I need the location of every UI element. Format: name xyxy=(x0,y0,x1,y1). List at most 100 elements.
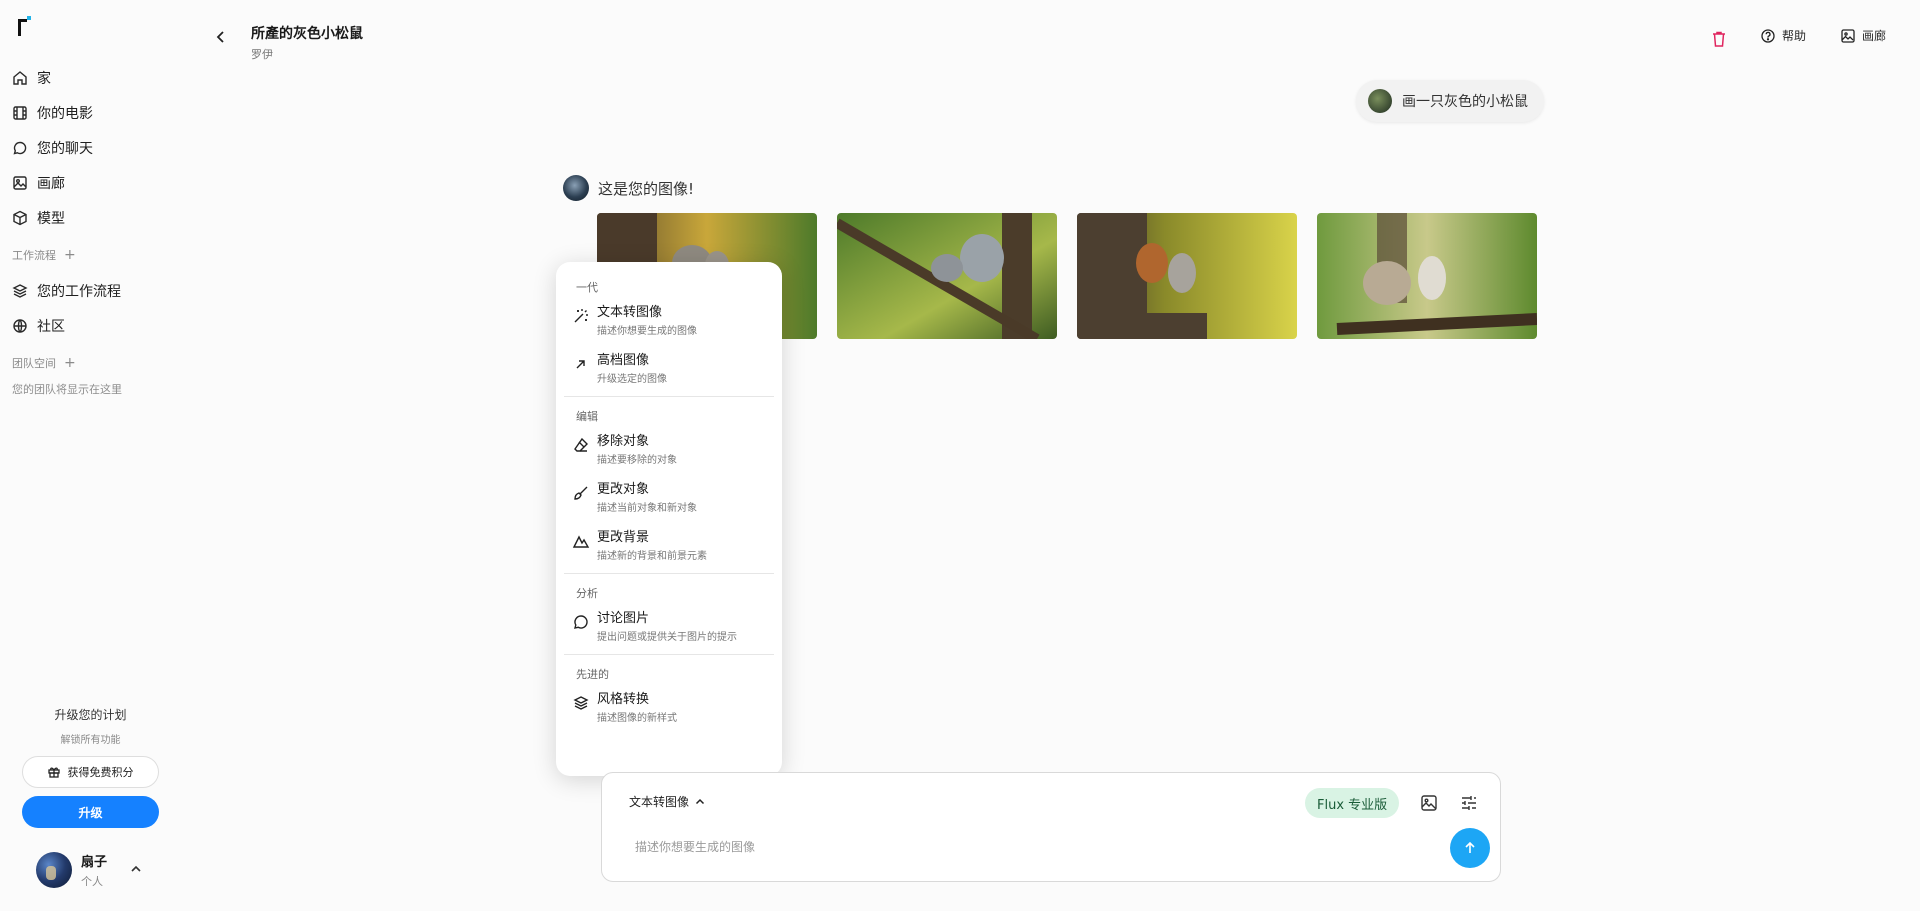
menu-item-title: 讨论图片 xyxy=(597,611,650,626)
user-name: 扇子 xyxy=(81,855,108,870)
sidebar-item-chats[interactable]: 您的聊天 xyxy=(12,130,182,165)
prompt-composer: 文本转图像 Flux 专业版 xyxy=(601,772,1501,882)
mode-selector-label: 文本转图像 xyxy=(629,795,690,809)
menu-item-desc: 提出问题或提供关于图片的提示 xyxy=(597,632,737,643)
help-button[interactable]: 帮助 xyxy=(1761,27,1806,44)
user-message-text: 画一只灰色的小松鼠 xyxy=(1402,94,1528,110)
settings-sliders-icon[interactable] xyxy=(1460,794,1478,812)
generated-image-3[interactable] xyxy=(1077,213,1297,339)
menu-item-desc: 描述当前对象和新对象 xyxy=(597,503,697,514)
menu-item-text-to-image[interactable]: 文本转图像 描述你想要生成的图像 xyxy=(564,296,774,344)
send-button[interactable] xyxy=(1450,828,1490,868)
eraser-icon xyxy=(574,437,588,452)
brush-icon xyxy=(574,486,588,500)
menu-section-advanced: 先进的 xyxy=(576,668,609,681)
mode-selector[interactable]: 文本转图像 xyxy=(629,793,705,810)
layers-icon xyxy=(12,283,28,298)
menu-divider xyxy=(564,573,774,574)
menu-item-desc: 描述新的背景和前景元素 xyxy=(597,551,707,562)
menu-divider xyxy=(564,654,774,655)
mode-dropdown-menu: 一代 文本转图像 描述你想要生成的图像 高档图像 升级选定的图像 编辑 移除对象… xyxy=(556,262,782,776)
menu-section-edit: 编辑 xyxy=(576,410,598,423)
sidebar-item-label: 家 xyxy=(37,70,51,87)
menu-item-change-object[interactable]: 更改对象 描述当前对象和新对象 xyxy=(564,473,774,521)
chevron-up-icon[interactable] xyxy=(130,865,142,873)
sidebar-item-movies[interactable]: 你的电影 xyxy=(12,95,182,130)
sidebar-item-label: 模型 xyxy=(37,210,65,227)
delete-button[interactable] xyxy=(1712,31,1726,47)
sidebar-item-models[interactable]: 模型 xyxy=(12,200,182,235)
sidebar-item-workflows[interactable]: 您的工作流程 xyxy=(12,273,182,308)
menu-item-title: 高档图像 xyxy=(597,353,650,368)
gallery-label: 画廊 xyxy=(1862,29,1887,43)
image-upload-icon[interactable] xyxy=(1420,794,1438,812)
sidebar-item-community[interactable]: 社区 xyxy=(12,308,182,343)
menu-item-upscale-image[interactable]: 高档图像 升级选定的图像 xyxy=(564,344,774,392)
menu-item-discuss-image[interactable]: 讨论图片 提出问题或提供关于图片的提示 xyxy=(564,602,774,650)
menu-item-desc: 描述图像的新样式 xyxy=(597,713,677,724)
sidebar-item-label: 您的聊天 xyxy=(37,140,93,157)
user-message: 画一只灰色的小松鼠 xyxy=(1356,80,1544,122)
arrow-up-right-icon xyxy=(576,360,585,369)
user-role: 个人 xyxy=(81,875,103,888)
sidebar-nav: 家 你的电影 您的聊天 画廊 模型 工作流程 + 您的工作流程 社区 团队空间 … xyxy=(12,60,182,397)
sidebar-item-label: 您的工作流程 xyxy=(37,283,121,300)
back-button[interactable] xyxy=(214,30,228,44)
sidebar-item-label: 画廊 xyxy=(37,175,65,192)
menu-item-remove-object[interactable]: 移除对象 描述要移除的对象 xyxy=(564,425,774,473)
menu-item-title: 文本转图像 xyxy=(597,305,663,320)
user-menu[interactable]: 扇子 个人 xyxy=(36,851,141,889)
menu-divider xyxy=(564,396,774,397)
menu-item-desc: 升级选定的图像 xyxy=(597,374,667,385)
upgrade-button[interactable]: 升级 xyxy=(22,796,159,828)
menu-item-change-background[interactable]: 更改背景 描述新的背景和前景元素 xyxy=(564,521,774,569)
generated-image-4[interactable] xyxy=(1317,213,1537,339)
avatar xyxy=(36,852,72,888)
home-icon xyxy=(13,70,27,85)
sidebar-item-label: 社区 xyxy=(37,318,65,335)
help-icon xyxy=(1761,28,1775,43)
layers-icon xyxy=(573,696,589,710)
menu-item-desc: 描述要移除的对象 xyxy=(597,455,677,466)
free-credits-button[interactable]: 获得免费积分 xyxy=(22,756,159,788)
upgrade-title: 升级您的计划 xyxy=(54,708,127,722)
magic-wand-icon xyxy=(574,309,588,323)
menu-item-style-transfer[interactable]: 风格转换 描述图像的新样式 xyxy=(564,683,774,731)
bot-message-text: 这是您的图像! xyxy=(598,179,695,198)
menu-item-title: 风格转换 xyxy=(597,692,650,707)
team-section-label: 团队空间 + xyxy=(12,353,182,373)
workflow-section-label: 工作流程 + xyxy=(12,245,182,265)
gift-icon xyxy=(47,767,60,778)
upgrade-panel: 升级您的计划 解锁所有功能 获得免费积分 升级 xyxy=(22,706,159,828)
model-selector[interactable]: Flux 专业版 xyxy=(1305,788,1400,818)
menu-item-title: 移除对象 xyxy=(597,434,650,449)
prompt-input[interactable] xyxy=(635,835,1415,859)
sidebar-item-home[interactable]: 家 xyxy=(12,60,182,95)
bot-avatar xyxy=(563,175,589,201)
image-icon xyxy=(13,175,27,190)
menu-section-analysis: 分析 xyxy=(576,587,598,600)
globe-icon xyxy=(13,318,27,333)
sidebar-item-gallery[interactable]: 画廊 xyxy=(12,165,182,200)
user-message-avatar xyxy=(1368,89,1392,113)
free-credits-label: 获得免费积分 xyxy=(67,766,134,779)
gallery-button[interactable]: 画廊 xyxy=(1841,27,1886,44)
page-subtitle: 罗伊 xyxy=(251,48,273,61)
page-title: 所產的灰色小松鼠 xyxy=(251,26,363,42)
film-icon xyxy=(13,105,27,120)
arrow-up-icon xyxy=(1465,841,1475,853)
team-label: 团队空间 xyxy=(12,357,56,370)
page-header: 所產的灰色小松鼠 罗伊 xyxy=(251,23,363,62)
upgrade-subtitle: 解锁所有功能 xyxy=(60,735,121,746)
sidebar-item-label: 你的电影 xyxy=(37,105,93,122)
generated-image-2[interactable] xyxy=(837,213,1057,339)
chat-icon xyxy=(574,615,588,629)
bot-message: 这是您的图像! xyxy=(563,175,694,201)
image-icon xyxy=(1841,28,1855,43)
team-empty-text: 您的团队将显示在这里 xyxy=(12,383,122,396)
cube-icon xyxy=(13,210,27,225)
menu-item-desc: 描述你想要生成的图像 xyxy=(597,326,697,337)
add-team-button[interactable]: + xyxy=(64,355,76,371)
add-workflow-button[interactable]: + xyxy=(64,247,76,263)
app-logo[interactable] xyxy=(18,16,32,36)
